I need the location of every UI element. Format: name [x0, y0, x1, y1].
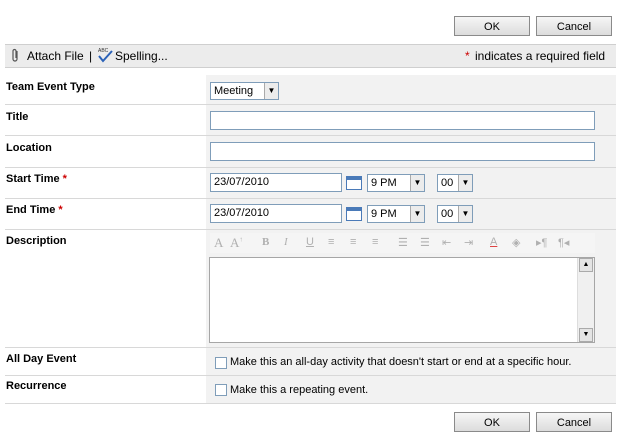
row-title: Title: [5, 104, 616, 135]
title-input[interactable]: [210, 111, 595, 130]
row-description: Description A A↑ B I U ≡ ≡ ≡ ☰ ☰ ⇤ ⇥ A ◈…: [5, 229, 616, 347]
chevron-down-icon: ▼: [458, 175, 472, 191]
row-team-event-type: Team Event Type Meeting ▼: [5, 75, 616, 104]
font-size-down-icon[interactable]: A: [214, 235, 223, 251]
all-day-event-text: Make this an all-day activity that doesn…: [230, 356, 572, 368]
description-scrollbar[interactable]: ▲ ▼: [577, 258, 594, 342]
cancel-button-bottom[interactable]: Cancel: [536, 412, 612, 432]
required-field-note: indicates a required field: [475, 49, 606, 63]
cancel-button-top[interactable]: Cancel: [536, 16, 612, 36]
text-color-icon[interactable]: A: [490, 236, 497, 248]
row-all-day-event: All Day Event Make this an all-day activ…: [5, 347, 616, 375]
end-date-input[interactable]: 23/07/2010: [210, 204, 342, 223]
required-asterisk: *: [465, 49, 470, 63]
chevron-down-icon: ▼: [410, 175, 424, 191]
scroll-down-icon[interactable]: ▼: [579, 328, 593, 342]
rtl-icon[interactable]: ¶◂: [558, 236, 569, 249]
location-label: Location: [6, 142, 52, 154]
form-toolbar: Attach File | ABC Spelling... * indicate…: [5, 44, 616, 68]
highlight-icon[interactable]: ◈: [512, 236, 520, 249]
italic-icon[interactable]: I: [284, 236, 288, 248]
start-hour-select[interactable]: 9 PM ▼: [367, 174, 425, 192]
bullet-list-icon[interactable]: ☰: [420, 236, 430, 249]
team-event-type-select[interactable]: Meeting ▼: [210, 82, 279, 100]
end-time-label: End Time *: [6, 204, 63, 216]
team-event-type-label: Team Event Type: [6, 81, 95, 93]
outdent-icon[interactable]: ⇤: [442, 236, 451, 249]
bold-icon[interactable]: B: [262, 236, 269, 248]
start-date-input[interactable]: 23/07/2010: [210, 173, 342, 192]
calendar-icon[interactable]: [346, 176, 362, 190]
start-time-label: Start Time *: [6, 173, 67, 185]
recurrence-text: Make this a repeating event.: [230, 384, 369, 396]
end-minute-value: 00: [441, 208, 454, 220]
row-recurrence: Recurrence Make this a repeating event.: [5, 375, 616, 404]
chevron-down-icon: ▼: [264, 83, 278, 99]
ok-button-bottom[interactable]: OK: [454, 412, 530, 432]
row-end-time: End Time * 23/07/2010 9 PM ▼ 00 ▼: [5, 198, 616, 229]
team-event-type-value: Meeting: [214, 85, 254, 97]
calendar-icon[interactable]: [346, 207, 362, 221]
spelling-icon[interactable]: ABC: [97, 46, 115, 66]
chevron-down-icon: ▼: [410, 206, 424, 222]
rich-text-toolbar: A A↑ B I U ≡ ≡ ≡ ☰ ☰ ⇤ ⇥ A ◈ ▸¶ ¶◂: [210, 233, 595, 253]
svg-text:ABC: ABC: [98, 48, 109, 54]
align-center-icon[interactable]: ≡: [350, 236, 356, 248]
location-input[interactable]: [210, 142, 595, 161]
start-hour-value: 9 PM: [371, 177, 397, 189]
scroll-up-icon[interactable]: ▲: [579, 258, 593, 272]
start-minute-select[interactable]: 00 ▼: [437, 174, 473, 192]
recurrence-label: Recurrence: [6, 380, 67, 392]
numbered-list-icon[interactable]: ☰: [398, 236, 408, 249]
all-day-event-checkbox[interactable]: [215, 357, 227, 369]
paperclip-icon[interactable]: [11, 48, 20, 66]
end-minute-select[interactable]: 00 ▼: [437, 205, 473, 223]
align-left-icon[interactable]: ≡: [328, 236, 334, 248]
toolbar-separator: |: [89, 49, 93, 63]
row-location: Location: [5, 135, 616, 167]
start-minute-value: 00: [441, 177, 454, 189]
recurrence-checkbox[interactable]: [215, 384, 227, 396]
all-day-event-label: All Day Event: [6, 353, 77, 365]
chevron-down-icon: ▼: [458, 206, 472, 222]
align-right-icon[interactable]: ≡: [372, 236, 378, 248]
description-label: Description: [6, 235, 67, 247]
description-editor[interactable]: ▲ ▼: [209, 257, 595, 343]
indent-icon[interactable]: ⇥: [464, 236, 473, 249]
ok-button-top[interactable]: OK: [454, 16, 530, 36]
underline-icon[interactable]: U: [306, 236, 314, 248]
font-size-up-icon[interactable]: A↑: [230, 235, 243, 251]
ltr-icon[interactable]: ▸¶: [536, 236, 547, 249]
attach-file-link[interactable]: Attach File: [27, 49, 84, 63]
row-start-time: Start Time * 23/07/2010 9 PM ▼ 00 ▼: [5, 167, 616, 198]
end-hour-select[interactable]: 9 PM ▼: [367, 205, 425, 223]
title-label: Title: [6, 111, 29, 123]
spelling-link[interactable]: Spelling...: [115, 49, 168, 63]
end-hour-value: 9 PM: [371, 208, 397, 220]
